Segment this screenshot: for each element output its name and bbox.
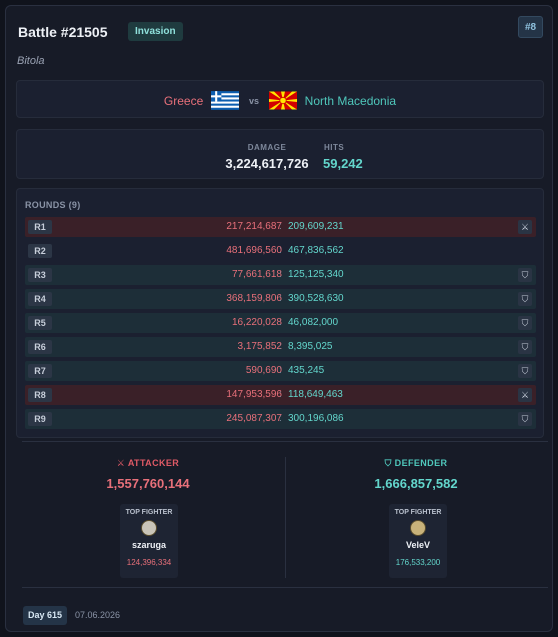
rounds-panel: ROUNDS (9) R1 217,214,687:209,609,231 ⚔ R2 4… bbox=[16, 188, 544, 438]
battle-title: Battle #21505 bbox=[18, 24, 108, 40]
round-row[interactable]: R5 16,220,028:46,082,000 ⛉ bbox=[25, 313, 536, 333]
round-defender-damage: 118,649,463 bbox=[288, 389, 343, 400]
round-attacker-damage: 590,690 bbox=[245, 365, 282, 376]
round-row[interactable]: R3 77,661,618:125,125,340 ⛉ bbox=[25, 265, 536, 285]
defender-country[interactable]: North Macedonia bbox=[305, 94, 396, 108]
round-row[interactable]: R6 3,175,852:8,395,025 ⛉ bbox=[25, 337, 536, 357]
battle-header: Battle #21505 Invasion #8 bbox=[18, 16, 543, 44]
round-row[interactable]: R2 481,696,560:467,836,562 bbox=[25, 241, 536, 261]
attacker-summary: ⚔ ATTACKER 1,557,760,144 bbox=[18, 458, 278, 491]
matchup-panel: Greece vs North Macedonia bbox=[16, 80, 544, 118]
round-defender-damage: 46,082,000 bbox=[288, 317, 339, 328]
swords-icon: ⚔ bbox=[518, 388, 532, 402]
round-separator: : bbox=[279, 293, 282, 304]
north-macedonia-flag-icon bbox=[269, 91, 298, 110]
shield-icon: ⛉ bbox=[518, 268, 532, 282]
attacker-label: ⚔ ATTACKER bbox=[18, 458, 278, 469]
round-row[interactable]: R4 368,159,806:390,528,630 ⛉ bbox=[25, 289, 536, 309]
round-label: R7 bbox=[28, 364, 52, 378]
greece-flag-icon bbox=[210, 91, 239, 110]
damage-stat: DAMAGE 3,224,617,726 bbox=[207, 143, 327, 171]
defender-top-fighter[interactable]: TOP FIGHTER VeleV 176,533,200 bbox=[389, 504, 447, 578]
round-defender-damage: 8,395,025 bbox=[288, 341, 333, 352]
round-separator: : bbox=[279, 245, 282, 256]
round-label: R9 bbox=[28, 412, 52, 426]
battle-number-badge[interactable]: #8 bbox=[518, 16, 543, 38]
stats-panel: DAMAGE 3,224,617,726 HITS 59,242 bbox=[16, 129, 544, 179]
battle-card: Battle #21505 Invasion #8 Bitola Greece … bbox=[5, 5, 553, 632]
round-defender-damage: 300,196,086 bbox=[288, 413, 344, 424]
hits-value: 59,242 bbox=[323, 156, 363, 171]
swords-icon: ⚔ bbox=[518, 220, 532, 234]
avatar bbox=[141, 520, 157, 536]
attacker-country[interactable]: Greece bbox=[164, 94, 203, 108]
footer-divider bbox=[22, 587, 548, 588]
top-fighter-name[interactable]: szaruga bbox=[120, 540, 178, 550]
top-fighter-label: TOP FIGHTER bbox=[394, 509, 442, 516]
round-label: R6 bbox=[28, 340, 52, 354]
attacker-top-fighter[interactable]: TOP FIGHTER szaruga 124,396,334 bbox=[120, 504, 178, 578]
round-label: R2 bbox=[28, 244, 52, 258]
round-label: R8 bbox=[28, 388, 52, 402]
round-label: R5 bbox=[28, 316, 52, 330]
round-separator: : bbox=[279, 413, 282, 424]
avatar bbox=[410, 520, 426, 536]
round-row[interactable]: R1 217,214,687:209,609,231 ⚔ bbox=[25, 217, 536, 237]
round-attacker-damage: 147,953,596 bbox=[226, 389, 282, 400]
rounds-title: ROUNDS (9) bbox=[25, 200, 81, 210]
shield-icon: ⛉ bbox=[518, 292, 532, 306]
damage-label: DAMAGE bbox=[247, 143, 287, 152]
top-fighter-damage: 124,396,334 bbox=[126, 558, 172, 567]
swords-icon: ⚔ bbox=[116, 458, 126, 468]
round-separator: : bbox=[279, 221, 282, 232]
round-row[interactable]: R7 590,690:435,245 ⛉ bbox=[25, 361, 536, 381]
shield-icon: ⛉ bbox=[518, 340, 532, 354]
round-defender-damage: 390,528,630 bbox=[288, 293, 344, 304]
round-attacker-damage: 16,220,028 bbox=[231, 317, 282, 328]
round-attacker-damage: 481,696,560 bbox=[226, 245, 282, 256]
hits-stat: HITS 59,242 bbox=[323, 143, 363, 171]
top-fighter-name[interactable]: VeleV bbox=[389, 540, 447, 550]
round-attacker-damage: 368,159,806 bbox=[226, 293, 282, 304]
round-separator: : bbox=[279, 317, 282, 328]
shield-icon: ⛉ bbox=[384, 458, 392, 468]
top-fighter-damage: 176,533,200 bbox=[395, 558, 441, 567]
top-fighter-label: TOP FIGHTER bbox=[125, 509, 173, 516]
attacker-total: 1,557,760,144 bbox=[106, 476, 190, 491]
defender-label: ⛉ DEFENDER bbox=[286, 458, 546, 469]
round-row[interactable]: R8 147,953,596:118,649,463 ⚔ bbox=[25, 385, 536, 405]
round-defender-damage: 125,125,340 bbox=[288, 269, 344, 280]
round-separator: : bbox=[279, 389, 282, 400]
round-label: R3 bbox=[28, 268, 52, 282]
round-label: R1 bbox=[28, 220, 52, 234]
defender-summary: ⛉ DEFENDER 1,666,857,582 bbox=[286, 458, 546, 491]
shield-icon: ⛉ bbox=[518, 412, 532, 426]
round-separator: : bbox=[279, 341, 282, 352]
round-attacker-damage: 3,175,852 bbox=[237, 341, 283, 352]
battle-date: 07.06.2026 bbox=[75, 610, 121, 620]
defender-label-text: DEFENDER bbox=[394, 458, 448, 468]
day-badge: Day 615 bbox=[23, 606, 67, 625]
round-attacker-damage: 77,661,618 bbox=[231, 269, 282, 280]
round-attacker-damage: 245,087,307 bbox=[226, 413, 282, 424]
round-separator: : bbox=[279, 269, 282, 280]
damage-value: 3,224,617,726 bbox=[225, 156, 309, 171]
round-defender-damage: 435,245 bbox=[288, 365, 325, 376]
battle-type-badge: Invasion bbox=[128, 22, 183, 41]
vs-label: vs bbox=[248, 95, 259, 106]
region-name: Bitola bbox=[17, 55, 45, 67]
round-defender-damage: 209,609,231 bbox=[288, 221, 344, 232]
round-attacker-damage: 217,214,687 bbox=[226, 221, 282, 232]
round-defender-damage: 467,836,562 bbox=[288, 245, 344, 256]
hits-label: HITS bbox=[324, 143, 345, 152]
round-separator: : bbox=[279, 365, 282, 376]
section-divider bbox=[22, 441, 548, 442]
shield-icon: ⛉ bbox=[518, 364, 532, 378]
attacker-label-text: ATTACKER bbox=[127, 458, 180, 468]
round-row[interactable]: R9 245,087,307:300,196,086 ⛉ bbox=[25, 409, 536, 429]
defender-total: 1,666,857,582 bbox=[374, 476, 458, 491]
shield-icon: ⛉ bbox=[518, 316, 532, 330]
round-label: R4 bbox=[28, 292, 52, 306]
